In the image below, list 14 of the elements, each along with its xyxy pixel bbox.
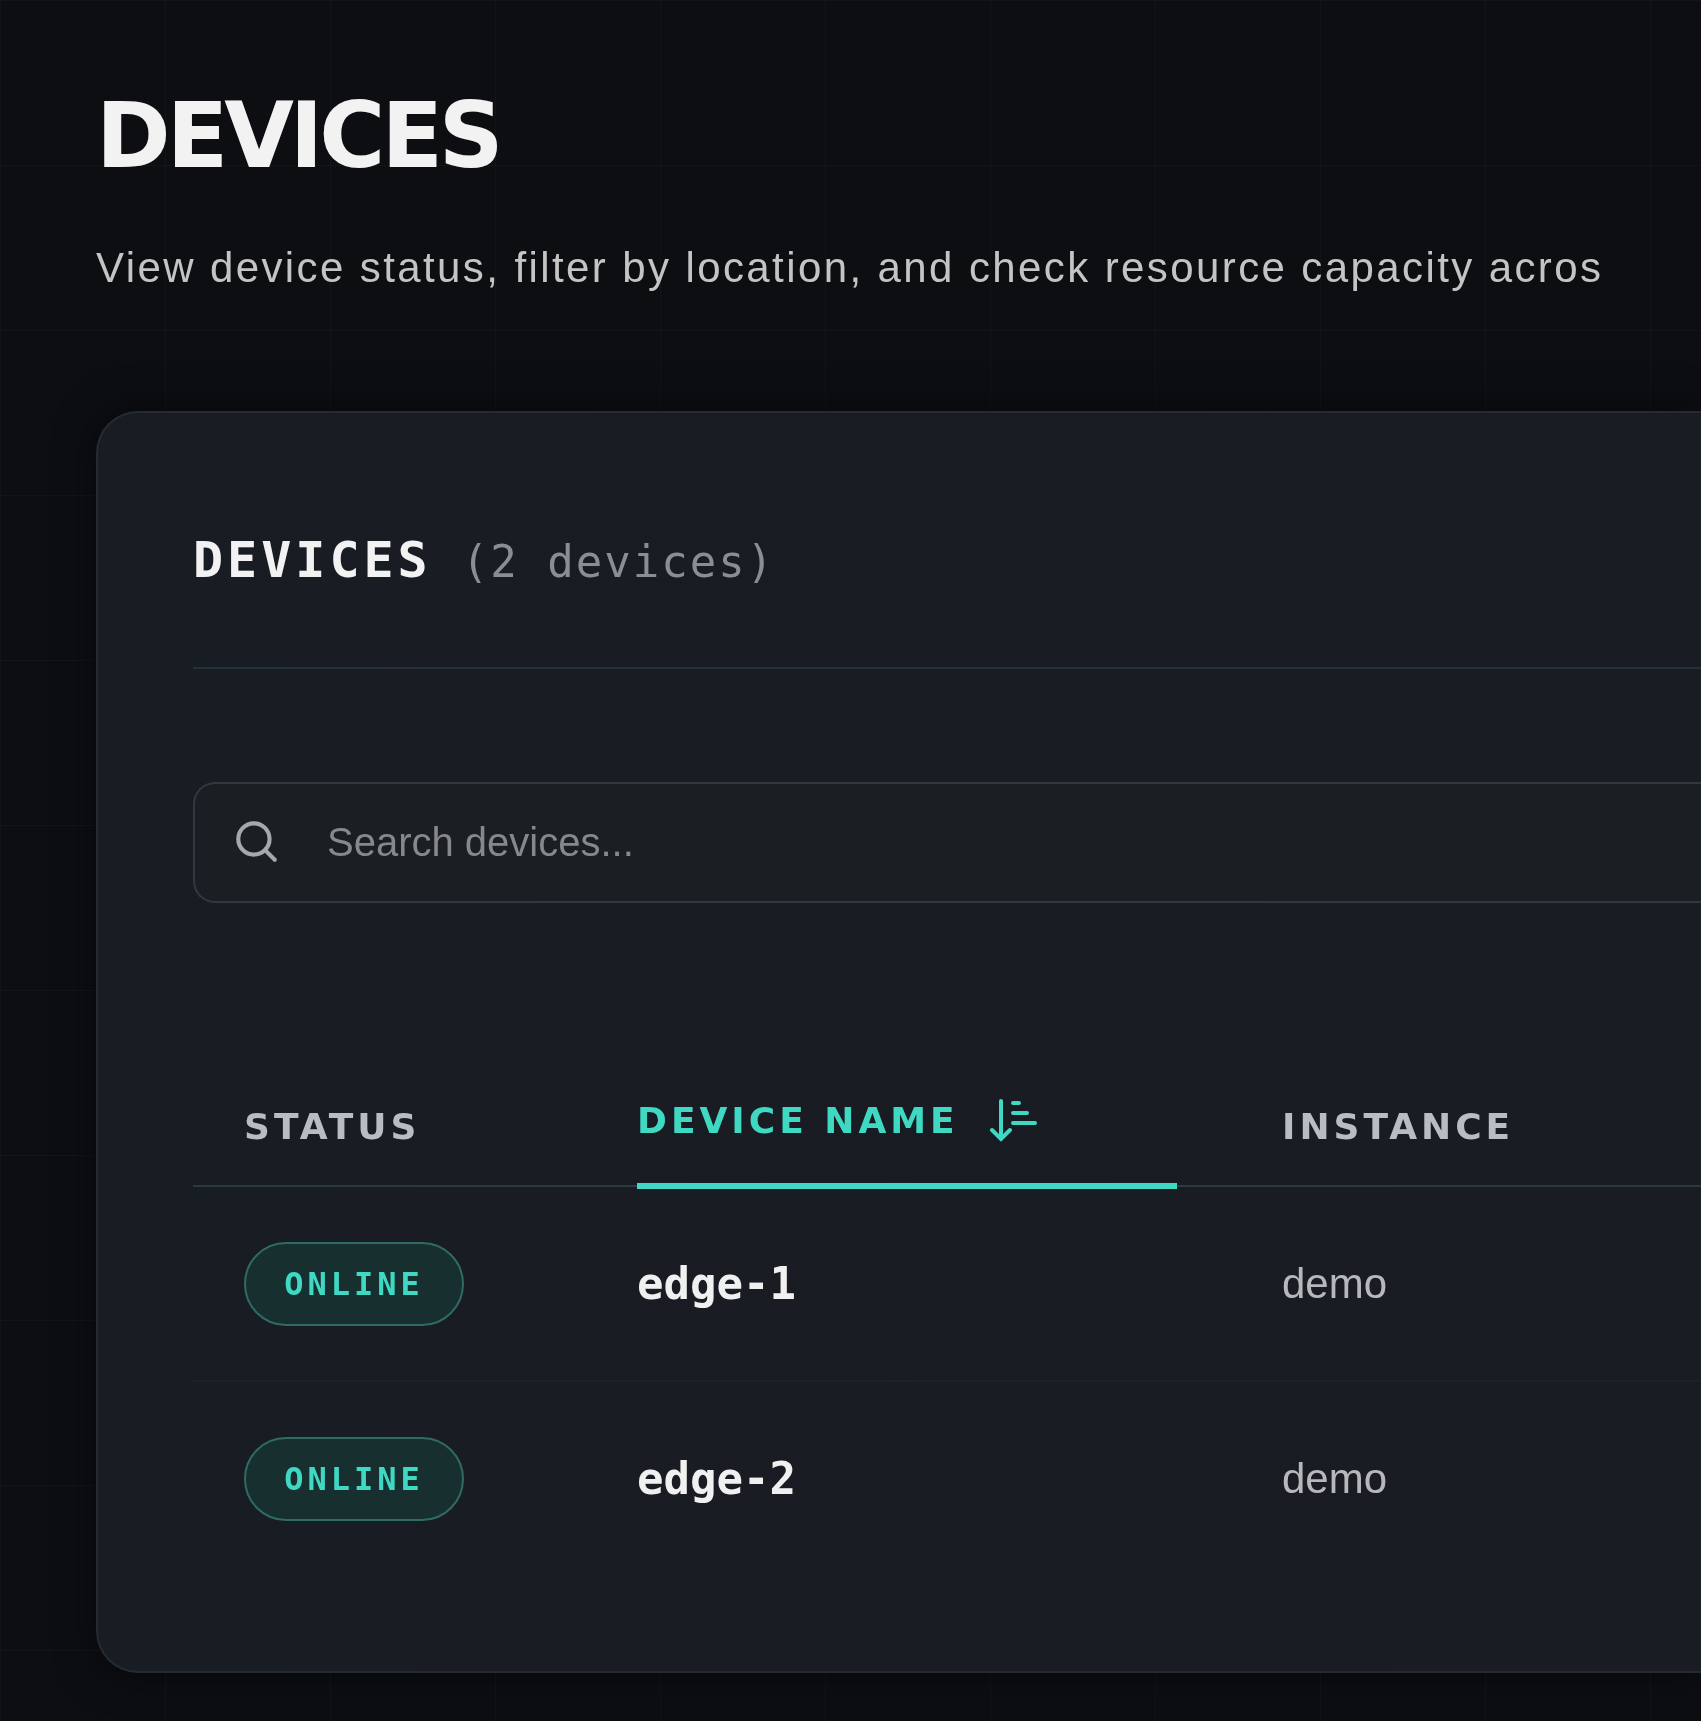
instance-name: demo	[1282, 1454, 1389, 1503]
card-title: DEVICES	[193, 531, 432, 590]
search-field[interactable]: Search devices...	[193, 782, 1701, 904]
status-badge: ONLINE	[244, 1436, 464, 1521]
device-name: edge-2	[637, 1453, 797, 1505]
column-header[interactable]: DEVICE NAME	[637, 1097, 1177, 1190]
status-badge: ONLINE	[244, 1241, 464, 1326]
column-header[interactable]: STATUS	[193, 1109, 637, 1190]
instance-name: demo	[1282, 1259, 1389, 1308]
device-name: edge-1	[637, 1258, 797, 1310]
column-header[interactable]: INSTANCE	[1282, 1109, 1701, 1190]
device-count: (2 devices)	[461, 536, 776, 588]
page-title: DEVICES	[96, 86, 501, 185]
page-description: View device status, filter by location, and check resource capacity acros	[96, 243, 1605, 293]
